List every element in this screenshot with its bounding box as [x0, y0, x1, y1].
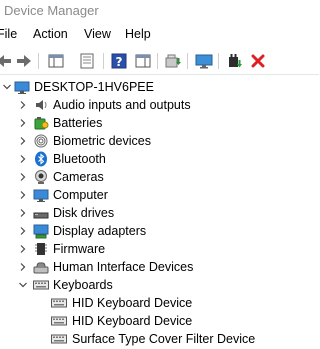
chevron-right-icon[interactable]	[17, 134, 29, 148]
menu-view[interactable]: View	[84, 27, 111, 41]
scan-hardware-icon[interactable]	[194, 51, 214, 71]
disk-drive-icon	[33, 205, 49, 221]
toolbar-separator	[157, 53, 158, 69]
window-title: Device Manager	[4, 3, 99, 18]
menu-file[interactable]: File	[0, 27, 17, 41]
tree-category-keyboards[interactable]: Keyboards	[0, 276, 319, 294]
tree-category-hid[interactable]: Human Interface Devices	[0, 258, 319, 276]
tree-category-label: Biometric devices	[53, 134, 151, 148]
chip-icon	[33, 241, 49, 257]
chevron-right-icon[interactable]	[17, 206, 29, 220]
tree-category-label: Human Interface Devices	[53, 260, 194, 274]
tree-device-keyboard[interactable]: Surface Type Cover Filter Device	[0, 330, 319, 348]
bluetooth-icon	[33, 151, 49, 167]
tree-category-firmware[interactable]: Firmware	[0, 240, 319, 258]
toolbar-separator	[218, 53, 219, 69]
back-arrow-icon[interactable]	[0, 51, 14, 71]
chevron-right-icon[interactable]	[17, 170, 29, 184]
tree-device-label: HID Keyboard Device	[72, 314, 193, 328]
battery-icon	[33, 115, 49, 131]
hid-icon	[33, 259, 49, 275]
tree-device-keyboard[interactable]: HID Keyboard Device	[0, 312, 319, 330]
chevron-right-icon[interactable]	[17, 98, 29, 112]
tree-category-label: Display adapters	[53, 224, 147, 238]
tree-category-label: Disk drives	[53, 206, 115, 220]
tree-category-label: Keyboards	[53, 278, 113, 292]
display-adapter-icon	[33, 223, 49, 239]
chevron-right-icon[interactable]	[17, 152, 29, 166]
tree-category-label: Bluetooth	[53, 152, 106, 166]
chevron-down-icon[interactable]	[1, 80, 13, 94]
tree-root-label: DESKTOP-1HV6PEE	[34, 80, 154, 94]
toolbar-separator	[38, 53, 39, 69]
keyboard-icon	[51, 313, 67, 329]
tree-category-label: Batteries	[53, 116, 103, 130]
tree-category-label: Computer	[53, 188, 108, 202]
tree-category-audio[interactable]: Audio inputs and outputs	[0, 96, 319, 114]
tree-root[interactable]: DESKTOP-1HV6PEE	[0, 78, 319, 96]
help-icon[interactable]: ?	[109, 51, 129, 71]
toolbar-separator	[103, 53, 104, 69]
forward-arrow-icon[interactable]	[14, 51, 34, 71]
tree-category-bluetooth[interactable]: Bluetooth	[0, 150, 319, 168]
chevron-right-icon[interactable]	[17, 116, 29, 130]
speaker-icon	[33, 97, 49, 113]
chevron-down-icon[interactable]	[17, 278, 29, 292]
computer-icon	[14, 79, 30, 95]
keyboard-icon	[33, 277, 49, 293]
action-pane-icon[interactable]	[133, 51, 153, 71]
menu-bar: File Action View Help	[0, 25, 319, 45]
tree-device-label: Surface Type Cover Filter Device	[72, 332, 256, 346]
title-bar: Device Manager	[0, 0, 319, 22]
enable-device-icon[interactable]	[225, 51, 245, 71]
tree-category-label: Cameras	[53, 170, 104, 184]
tree-device-label: HID Keyboard Device	[72, 296, 193, 310]
chevron-right-icon[interactable]	[17, 188, 29, 202]
tree-category-label: Audio inputs and outputs	[53, 98, 191, 112]
menu-help[interactable]: Help	[125, 27, 151, 41]
chevron-right-icon[interactable]	[17, 260, 29, 274]
chevron-right-icon[interactable]	[17, 224, 29, 238]
keyboard-icon	[51, 295, 67, 311]
tree-device-keyboard[interactable]: HID Keyboard Device	[0, 294, 319, 312]
tree-category-display-adapters[interactable]: Display adapters	[0, 222, 319, 240]
fingerprint-icon	[33, 133, 49, 149]
tree-category-cameras[interactable]: Cameras	[0, 168, 319, 186]
tree-category-biometric[interactable]: Biometric devices	[0, 132, 319, 150]
uninstall-device-icon[interactable]	[248, 51, 268, 71]
svg-text:?: ?	[116, 55, 123, 69]
tree-category-disk-drives[interactable]: Disk drives	[0, 204, 319, 222]
tree-category-computer[interactable]: Computer	[0, 186, 319, 204]
toolbar: ?	[0, 47, 319, 75]
toolbar-separator	[187, 53, 188, 69]
properties-icon[interactable]	[77, 51, 97, 71]
tree-category-batteries[interactable]: Batteries	[0, 114, 319, 132]
tree-category-label: Firmware	[53, 242, 106, 256]
chevron-right-icon[interactable]	[17, 242, 29, 256]
menu-action[interactable]: Action	[33, 27, 68, 41]
webcam-icon	[33, 169, 49, 185]
update-driver-icon[interactable]	[163, 51, 183, 71]
keyboard-icon	[51, 331, 67, 347]
monitor-icon	[33, 187, 49, 203]
show-hide-tree-icon[interactable]	[46, 51, 66, 71]
